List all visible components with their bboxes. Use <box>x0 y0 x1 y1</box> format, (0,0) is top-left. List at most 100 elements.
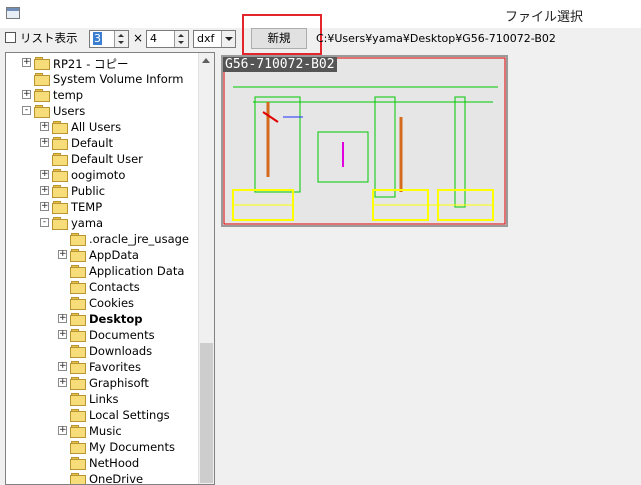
expand-icon[interactable]: + <box>58 330 67 339</box>
drawing-detail <box>262 111 279 123</box>
tree-item-label: Users <box>53 104 86 118</box>
tree-item-label: RP21 - コピー <box>53 57 129 71</box>
drawing-border <box>223 57 506 225</box>
columns-value[interactable]: 3 <box>93 32 102 45</box>
tree-item-label: Default User <box>71 152 143 166</box>
tree-item-label: Graphisoft <box>89 376 149 390</box>
spin-down-icon[interactable] <box>118 41 124 44</box>
tree-item-label: My Documents <box>89 440 175 454</box>
folder-icon <box>70 281 86 294</box>
columns-spinner[interactable]: 3 <box>89 30 129 48</box>
folder-icon <box>70 249 86 262</box>
spin-down-icon[interactable] <box>178 41 184 44</box>
expand-icon[interactable]: + <box>58 362 67 371</box>
folder-icon <box>70 425 86 438</box>
rows-spinner-arrows[interactable] <box>174 31 188 47</box>
tree-item-label: Public <box>71 184 106 198</box>
tree-item-label: oogimoto <box>71 168 126 182</box>
tree-item-label: .oracle_jre_usage <box>89 232 190 246</box>
tree-item-label: TEMP <box>71 200 103 214</box>
collapse-icon[interactable]: - <box>40 218 49 227</box>
expand-icon[interactable]: + <box>40 186 49 195</box>
expand-icon[interactable]: + <box>40 170 49 179</box>
scrollbar-thumb[interactable] <box>200 343 213 483</box>
folder-icon <box>70 297 86 310</box>
tree-item-label: Music <box>89 424 122 438</box>
folder-icon <box>52 201 68 214</box>
collapse-icon[interactable]: - <box>22 106 31 115</box>
expand-icon[interactable]: + <box>40 138 49 147</box>
tree-item-label: Favorites <box>89 360 141 374</box>
chevron-down-icon <box>225 37 233 41</box>
tree-item-label: yama <box>71 216 104 230</box>
tree-item-label: temp <box>53 88 84 102</box>
cad-drawing-preview <box>223 57 506 225</box>
window-title: ファイル選択 <box>505 10 584 25</box>
folder-icon <box>70 441 86 454</box>
folder-icon <box>70 457 86 470</box>
tree-item-label: AppData <box>89 248 139 262</box>
folder-icon <box>52 169 68 182</box>
folder-icon <box>70 361 86 374</box>
folder-icon <box>70 345 86 358</box>
list-view-label[interactable]: リスト表示 <box>20 30 78 46</box>
spin-up-icon[interactable] <box>118 34 124 37</box>
folder-icon <box>52 153 68 166</box>
folder-icon <box>34 73 50 86</box>
tree-item-label: Default <box>71 136 114 150</box>
columns-spinner-arrows[interactable] <box>114 31 128 47</box>
expand-icon[interactable]: + <box>22 58 31 67</box>
scroll-up-icon[interactable] <box>202 58 210 63</box>
tree-item-label: Links <box>89 392 119 406</box>
tree-item-label: NetHood <box>89 456 140 470</box>
thumbnail-file-label: G56-710072-B02 <box>223 57 337 72</box>
new-button[interactable]: 新規 <box>251 28 307 49</box>
rows-value[interactable]: 4 <box>150 32 157 45</box>
tree-item-label: System Volume Inform <box>53 72 184 86</box>
expand-icon[interactable]: + <box>22 90 31 99</box>
file-thumbnail[interactable]: G56-710072-B02 <box>221 55 508 227</box>
folder-icon <box>52 185 68 198</box>
folder-icon <box>70 313 86 326</box>
dropdown-button[interactable] <box>221 31 235 47</box>
folder-icon <box>34 57 50 70</box>
title-bar: ファイル選択 <box>0 0 641 28</box>
tree-item-label: Local Settings <box>89 408 170 422</box>
tree-scrollbar[interactable] <box>198 53 214 484</box>
folder-icon <box>70 473 86 484</box>
tree-item-label: All Users <box>71 120 122 134</box>
tree-item-label: OneDrive <box>89 472 144 485</box>
tree-item-label: Application Data <box>89 264 185 278</box>
expand-icon[interactable]: + <box>58 250 67 259</box>
drawing-frame <box>254 96 301 193</box>
expand-icon[interactable]: + <box>40 122 49 131</box>
extension-select[interactable]: dxf <box>193 30 236 48</box>
folder-icon <box>34 105 50 118</box>
times-symbol: × <box>133 31 144 45</box>
tree-item-label: Documents <box>89 328 155 342</box>
extension-value[interactable]: dxf <box>197 32 214 45</box>
folder-icon <box>70 393 86 406</box>
spin-up-icon[interactable] <box>178 34 184 37</box>
folder-icon <box>70 233 86 246</box>
tree-item-label: Cookies <box>89 296 135 310</box>
folder-icon <box>52 121 68 134</box>
current-path: C:¥Users¥yama¥Desktop¥G56-710072-B02 <box>316 32 556 45</box>
folder-icon <box>70 329 86 342</box>
expand-icon[interactable]: + <box>58 314 67 323</box>
folder-icon <box>52 137 68 150</box>
list-view-checkbox[interactable] <box>5 32 16 43</box>
folder-icon <box>52 217 68 230</box>
expand-icon[interactable]: + <box>40 202 49 211</box>
rows-spinner[interactable]: 4 <box>146 30 189 48</box>
tree-item-label: Contacts <box>89 280 140 294</box>
folder-icon <box>70 377 86 390</box>
folder-tree[interactable]: + RP21 - コピー System Volume Inform + temp - Use… <box>5 52 215 485</box>
expand-icon[interactable]: + <box>58 426 67 435</box>
tree-item-label: Downloads <box>89 344 153 358</box>
folder-icon <box>34 89 50 102</box>
expand-icon[interactable]: + <box>58 378 67 387</box>
folder-icon <box>70 265 86 278</box>
tree-item-label: Desktop <box>89 312 143 326</box>
folder-icon <box>70 409 86 422</box>
